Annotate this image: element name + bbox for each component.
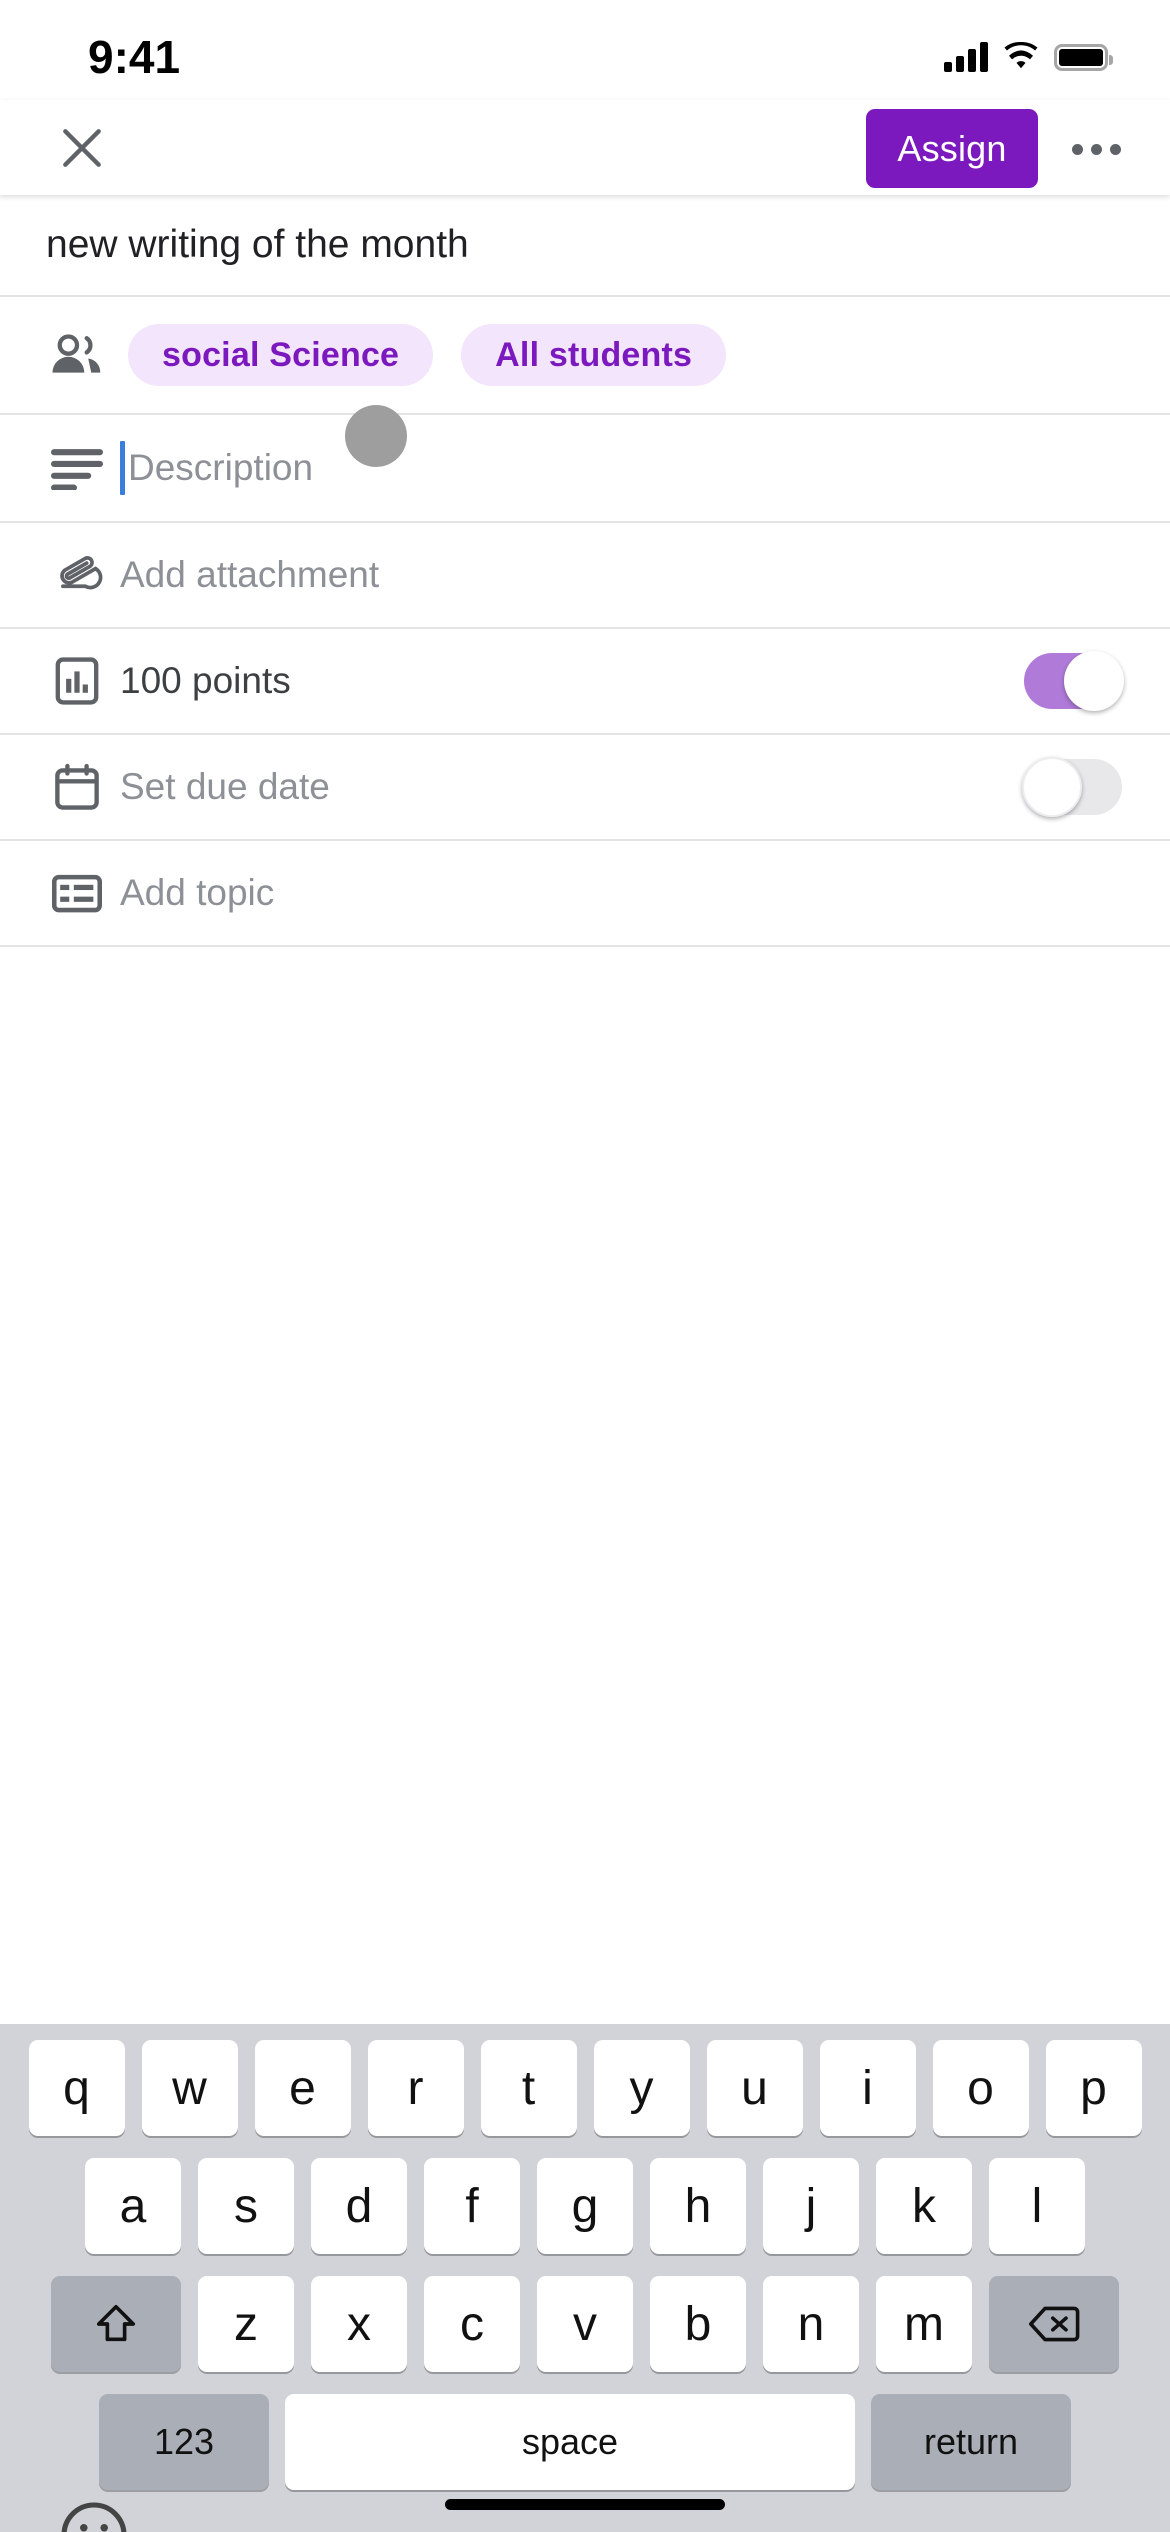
onscreen-keyboard: q w e r t y u i o p a s d f g h j k l z … (0, 2024, 1170, 2532)
more-options-icon (1071, 143, 1083, 155)
assign-button-label: Assign (897, 127, 1007, 169)
people-icon (34, 333, 120, 377)
key-y[interactable]: y (593, 2040, 690, 2136)
key-q[interactable]: q (28, 2040, 125, 2136)
wifi-icon (1004, 42, 1038, 69)
shift-icon (96, 2304, 136, 2342)
key-v[interactable]: v (537, 2276, 633, 2372)
key-t[interactable]: t (480, 2040, 577, 2136)
keyboard-bottom-bar (0, 2490, 1170, 2532)
due-date-toggle-knob (1022, 757, 1082, 817)
status-bar: 9:41 (0, 0, 1170, 100)
description-row[interactable]: Description (0, 405, 1170, 523)
key-m[interactable]: m (876, 2276, 972, 2372)
keyboard-row-1: q w e r t y u i o p (0, 2040, 1170, 2136)
form-bottom-spacer (0, 947, 1170, 1025)
keyboard-row-4: 123 space return (0, 2394, 1170, 2490)
more-options-button[interactable] (1060, 128, 1132, 170)
paperclip-icon (34, 553, 120, 597)
assignee-chip-class-label: social Science (162, 335, 400, 374)
assignee-chip-students-label: All students (495, 335, 693, 374)
key-i[interactable]: i (819, 2040, 916, 2136)
key-b[interactable]: b (650, 2276, 746, 2372)
due-date-toggle[interactable] (1022, 757, 1122, 817)
text-lines-icon (34, 446, 120, 490)
battery-icon (1054, 43, 1113, 71)
points-row[interactable]: 100 points (0, 629, 1170, 735)
close-button[interactable] (52, 118, 112, 178)
due-date-label: Set due date (120, 766, 330, 807)
add-attachment-label: Add attachment (120, 554, 380, 595)
key-h[interactable]: h (650, 2158, 746, 2254)
status-icons (944, 42, 1113, 72)
key-j[interactable]: j (763, 2158, 859, 2254)
key-r[interactable]: r (367, 2040, 464, 2136)
keyboard-row-3: z x c v b n m (0, 2276, 1170, 2372)
key-f[interactable]: f (424, 2158, 520, 2254)
key-s[interactable]: s (198, 2158, 294, 2254)
assign-button[interactable]: Assign (866, 109, 1038, 188)
return-key[interactable]: return (871, 2394, 1071, 2490)
key-z[interactable]: z (198, 2276, 294, 2372)
add-topic-row[interactable]: Add topic (0, 841, 1170, 947)
assignment-form: new writing of the month social Science … (0, 195, 1170, 1025)
add-attachment-row[interactable]: Add attachment (0, 523, 1170, 629)
space-key[interactable]: space (285, 2394, 855, 2490)
calendar-icon (34, 763, 120, 811)
key-o[interactable]: o (932, 2040, 1029, 2136)
keyboard-row-2: a s d f g h j k l (0, 2158, 1170, 2254)
status-time: 9:41 (88, 31, 181, 83)
assignment-title-input[interactable]: new writing of the month (46, 223, 469, 267)
key-a[interactable]: a (85, 2158, 181, 2254)
shift-key[interactable] (51, 2276, 181, 2372)
key-k[interactable]: k (876, 2158, 972, 2254)
key-e[interactable]: e (254, 2040, 351, 2136)
points-toggle-knob (1064, 651, 1124, 711)
add-topic-label: Add topic (120, 872, 275, 913)
app-bar: Assign (0, 100, 1170, 195)
description-text-caret (120, 441, 125, 495)
due-date-row[interactable]: Set due date (0, 735, 1170, 841)
key-c[interactable]: c (424, 2276, 520, 2372)
home-indicator (445, 2499, 725, 2510)
key-w[interactable]: w (141, 2040, 238, 2136)
key-x[interactable]: x (311, 2276, 407, 2372)
list-icon (34, 871, 120, 915)
key-n[interactable]: n (763, 2276, 859, 2372)
cellular-signal-icon (944, 42, 988, 72)
key-g[interactable]: g (537, 2158, 633, 2254)
points-toggle[interactable] (1024, 651, 1124, 711)
emoji-icon[interactable] (58, 2499, 130, 2532)
phone-screen: 9:41 Assign new writing of the month soc… (0, 0, 1170, 2532)
key-u[interactable]: u (706, 2040, 803, 2136)
backspace-key[interactable] (989, 2276, 1119, 2372)
assignee-chip-list: social Science All students (128, 324, 727, 386)
assignees-row[interactable]: social Science All students (0, 297, 1170, 415)
points-label: 100 points (120, 660, 291, 701)
assignment-title-row[interactable]: new writing of the month (0, 195, 1170, 297)
touch-indicator (345, 405, 407, 467)
key-d[interactable]: d (311, 2158, 407, 2254)
close-icon (63, 128, 101, 167)
backspace-icon (1029, 2306, 1080, 2342)
assignee-chip-students[interactable]: All students (461, 324, 727, 386)
numbers-key[interactable]: 123 (99, 2394, 269, 2490)
description-input[interactable]: Description (128, 447, 313, 489)
key-p[interactable]: p (1045, 2040, 1142, 2136)
key-l[interactable]: l (989, 2158, 1085, 2254)
assignee-chip-class[interactable]: social Science (128, 324, 434, 386)
bar-chart-icon (34, 657, 120, 705)
